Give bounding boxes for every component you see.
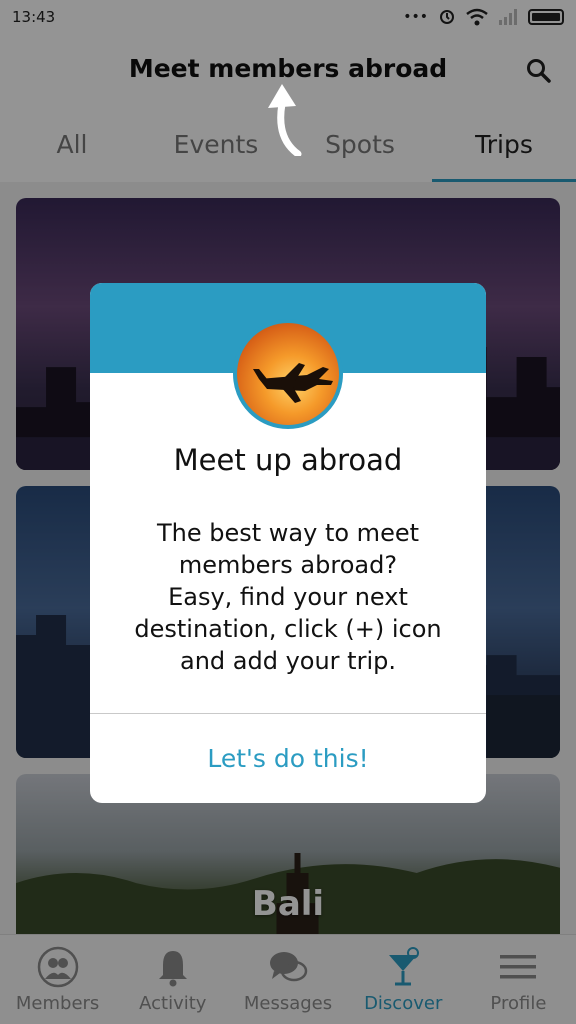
modal-body: The best way to meet members abroad? Eas… [134,519,442,675]
modal-title: Meet up abroad [173,443,403,477]
onboarding-modal: Meet up abroad The best way to meet memb… [90,283,486,803]
hint-arrow-icon [268,84,302,156]
airplane-sunset-icon [233,319,343,429]
lets-do-this-button[interactable]: Let's do this! [90,714,486,803]
